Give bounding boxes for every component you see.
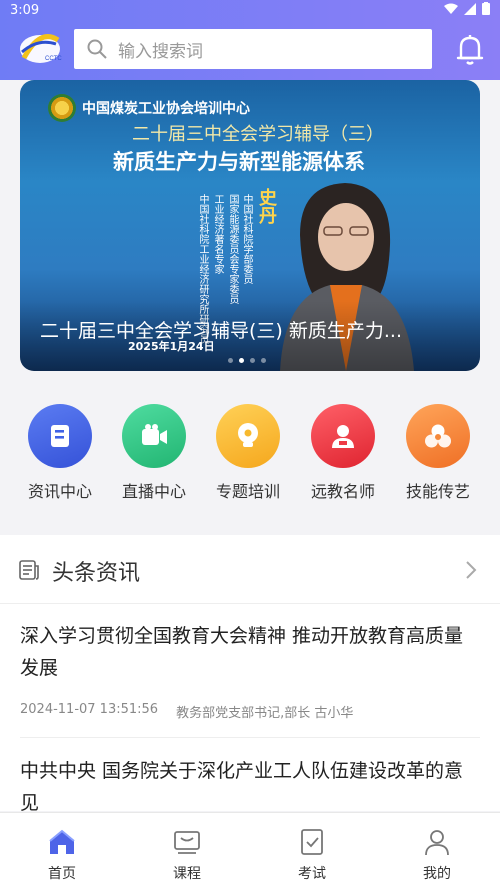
newspaper-icon xyxy=(19,560,39,580)
feature-famous-teachers[interactable]: 远教名师 xyxy=(298,404,388,502)
speaker-title-2: 国家能源委员会专家委员 xyxy=(227,194,238,304)
carousel-dot[interactable] xyxy=(261,358,266,363)
feature-label: 资讯中心 xyxy=(27,482,92,501)
feature-label: 技能传艺 xyxy=(405,482,470,501)
news-section-header[interactable]: 头条资讯 xyxy=(0,535,500,604)
carousel-dots[interactable] xyxy=(228,358,266,363)
banner-org-name: 中国煤炭工业协会培训中心 xyxy=(82,101,250,117)
carousel-dot[interactable] xyxy=(228,358,233,363)
teacher-icon xyxy=(311,404,375,468)
tab-label: 课程 xyxy=(173,866,201,882)
news-item-date: 2024-11-07 13:51:56 xyxy=(20,702,159,717)
banner-subtitle: 二十届三中全会学习辅导（三） xyxy=(132,124,384,145)
news-item-title: 深入学习贯彻全国教育大会精神 推动开放教育高质量发展 xyxy=(20,625,464,679)
feature-label: 远教名师 xyxy=(310,482,375,501)
app-logo-icon: CCTC xyxy=(20,34,62,63)
feature-grid: 资讯中心 直播中心 专题培训 远教名师 技能传艺 xyxy=(0,380,500,520)
org-emblem-icon xyxy=(48,94,76,122)
bulb-icon xyxy=(216,404,280,468)
banner-caption: 二十届三中全会学习辅导(三) 新质生产力... xyxy=(40,320,402,342)
tab-exam[interactable]: 考试 xyxy=(272,827,352,883)
feature-label: 直播中心 xyxy=(121,482,186,501)
battery-icon xyxy=(482,2,490,15)
search-bar[interactable]: 输入搜索词 xyxy=(74,29,432,69)
headline-news-section: 头条资讯 深入学习贯彻全国教育大会精神 推动开放教育高质量发展 2024-11-… xyxy=(0,535,500,814)
signal-icon xyxy=(464,2,476,15)
live-camera-icon xyxy=(122,404,186,468)
tab-mine[interactable]: 我的 xyxy=(397,827,477,883)
exam-icon xyxy=(301,829,323,855)
banner-headline: 新质生产力与新型能源体系 xyxy=(113,150,365,174)
feature-topic-training[interactable]: 专题培训 xyxy=(203,404,293,502)
tab-label: 考试 xyxy=(298,866,326,882)
chevron-right-icon[interactable] xyxy=(464,559,478,581)
news-item[interactable]: 深入学习贯彻全国教育大会精神 推动开放教育高质量发展 2024-11-07 13… xyxy=(20,620,480,721)
bottom-tab-bar: 首页 课程 考试 我的 xyxy=(0,812,500,890)
carousel-dot[interactable] xyxy=(250,358,255,363)
news-item[interactable]: 中共中央 国务院关于深化产业工人队伍建设改革的意见 xyxy=(20,755,480,819)
news-divider xyxy=(20,737,480,738)
status-bar: 3:09 xyxy=(0,0,500,22)
course-icon xyxy=(174,831,200,854)
speaker-title-1: 中国社科院学部委员 xyxy=(241,194,252,284)
tab-course[interactable]: 课程 xyxy=(147,827,227,883)
status-time: 3:09 xyxy=(10,3,40,18)
feature-live-center[interactable]: 直播中心 xyxy=(109,404,199,502)
feature-label: 专题培训 xyxy=(215,482,280,501)
user-icon xyxy=(425,830,449,856)
home-icon xyxy=(49,829,75,854)
news-item-title: 中共中央 国务院关于深化产业工人队伍建设改革的意见 xyxy=(20,760,464,814)
news-item-meta: 2024-11-07 13:51:56 教务部党支部书记,部长 古小华 xyxy=(20,702,480,721)
carousel-dot-active[interactable] xyxy=(239,358,244,363)
wifi-icon xyxy=(444,3,458,14)
news-icon xyxy=(28,404,92,468)
skill-icon xyxy=(406,404,470,468)
app-header: 3:09 CCTC 输入搜索词 xyxy=(0,0,500,80)
search-icon xyxy=(87,39,107,59)
news-item-author: 教务部党支部书记,部长 古小华 xyxy=(176,706,354,721)
notification-bell-icon[interactable] xyxy=(455,33,485,67)
tab-label: 我的 xyxy=(423,866,451,882)
tab-label: 首页 xyxy=(48,866,76,882)
promo-banner[interactable]: 中国煤炭工业协会培训中心 二十届三中全会学习辅导（三） 新质生产力与新型能源体系… xyxy=(20,80,480,371)
banner-org: 中国煤炭工业协会培训中心 xyxy=(48,94,250,122)
status-icons xyxy=(444,2,490,15)
tab-home[interactable]: 首页 xyxy=(22,827,102,883)
search-input[interactable]: 输入搜索词 xyxy=(118,37,203,62)
news-section-title: 头条资讯 xyxy=(52,561,141,586)
svg-text:CCTC: CCTC xyxy=(45,56,62,62)
feature-news-center[interactable]: 资讯中心 xyxy=(15,404,105,502)
speaker-title-3: 工业经济著名专家 xyxy=(212,194,223,274)
feature-skill-craft[interactable]: 技能传艺 xyxy=(393,404,483,502)
